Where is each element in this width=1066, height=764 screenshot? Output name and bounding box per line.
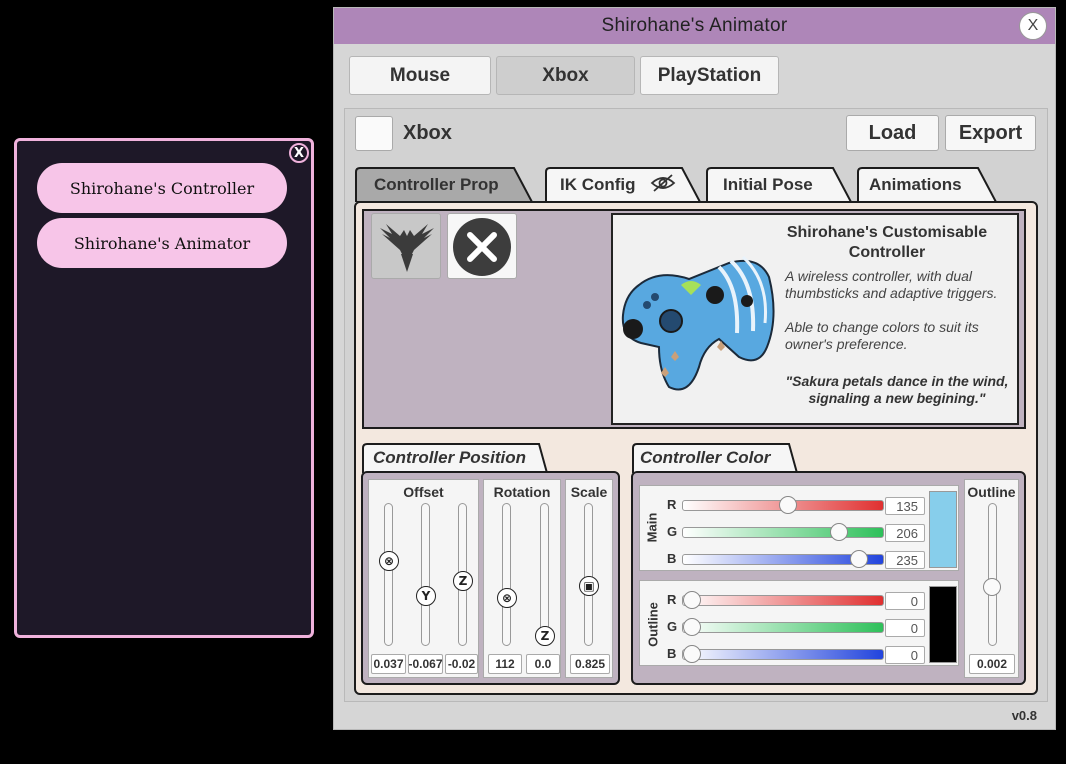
- rotation-z-slider[interactable]: [540, 503, 549, 646]
- tab-label: Initial Pose: [723, 175, 813, 194]
- close-circle-icon: [453, 218, 511, 276]
- main-label: Main: [644, 512, 660, 543]
- version-label: v0.8: [1011, 708, 1037, 723]
- outline-g-value[interactable]: 0: [885, 619, 925, 637]
- launcher-close-button[interactable]: X: [289, 143, 309, 163]
- outline-g-knob[interactable]: [683, 618, 701, 636]
- tab-ik-config[interactable]: IK Config: [544, 166, 702, 202]
- offset-x-value[interactable]: 0.037: [371, 654, 406, 674]
- scale-group: Scale ▣ 0.825: [565, 479, 613, 678]
- scale-value[interactable]: 0.825: [570, 654, 610, 674]
- offset-x-slider[interactable]: [384, 503, 393, 646]
- load-button[interactable]: Load: [846, 115, 939, 151]
- rotation-z-knob[interactable]: Z: [535, 626, 555, 646]
- r-label: R: [667, 592, 677, 607]
- scale-slider[interactable]: [584, 503, 593, 646]
- offset-title: Offset: [403, 484, 444, 500]
- prop-info-card: Shirohane's Customisable Controller A wi…: [611, 213, 1019, 425]
- offset-z-knob[interactable]: Z: [453, 571, 473, 591]
- remove-prop-button[interactable]: [447, 213, 517, 279]
- offset-y-slider[interactable]: [421, 503, 430, 646]
- rotation-x-knob[interactable]: ⊗: [497, 588, 517, 608]
- b-label: B: [667, 551, 677, 566]
- g-label: G: [667, 524, 678, 539]
- tab-mouse[interactable]: Mouse: [349, 56, 491, 95]
- controller-name: Xbox: [403, 122, 452, 144]
- scale-title: Scale: [570, 484, 608, 500]
- rotation-x-slider[interactable]: [502, 503, 511, 646]
- offset-group: Offset ⊗ Y Z 0.037 -0.067 -0.02: [368, 479, 479, 678]
- b-label: B: [667, 646, 677, 661]
- offset-y-value[interactable]: -0.067: [408, 654, 443, 674]
- main-r-value[interactable]: 135: [885, 497, 925, 515]
- outline-label: Outline: [645, 602, 661, 647]
- main-color-group: Main R G B 135 206 235: [639, 485, 959, 571]
- wings-prop-button[interactable]: [371, 213, 441, 279]
- rotation-z-value[interactable]: 0.0: [526, 654, 560, 674]
- window-titlebar[interactable]: Shirohane's Animator: [334, 8, 1055, 44]
- color-panel: Main R G B 135 206 235 Outline R G B 0 0…: [631, 471, 1026, 685]
- outline-g-slider[interactable]: [682, 622, 884, 633]
- outline-color-group: Outline R G B 0 0 0: [639, 580, 959, 666]
- enable-checkbox[interactable]: [355, 116, 393, 151]
- outline-b-value[interactable]: 0: [885, 646, 925, 664]
- prop-selector: Shirohane's Customisable Controller A wi…: [362, 209, 1026, 429]
- outline-width-group: Outline 0.002: [964, 479, 1019, 678]
- gamepad-image: [621, 255, 775, 391]
- prop-title: Shirohane's Customisable Controller: [786, 224, 988, 261]
- tab-controller-prop[interactable]: Controller Prop: [354, 166, 534, 202]
- outline-width-knob[interactable]: [983, 578, 1001, 596]
- main-b-knob[interactable]: [850, 550, 868, 568]
- position-panel: Offset ⊗ Y Z 0.037 -0.067 -0.02 Rotation…: [361, 471, 620, 685]
- xbox-panel: Xbox Load Export Controller Prop IK Conf…: [344, 108, 1048, 702]
- tab-playstation[interactable]: PlayStation: [640, 56, 779, 95]
- outline-width-slider[interactable]: [988, 503, 997, 646]
- offset-x-knob[interactable]: ⊗: [379, 551, 399, 571]
- tab-label: Controller Prop: [374, 175, 499, 194]
- tab-animations[interactable]: Animations: [856, 166, 998, 202]
- prop-description-2: Able to change colors to suit its owner'…: [785, 319, 979, 352]
- main-b-value[interactable]: 235: [885, 551, 925, 569]
- prop-quote: "Sakura petals dance in the wind, signal…: [785, 373, 1009, 406]
- tab-content: Shirohane's Customisable Controller A wi…: [354, 201, 1038, 695]
- main-color-swatch: [929, 491, 957, 568]
- tab-label: Animations: [869, 175, 962, 194]
- r-label: R: [667, 497, 677, 512]
- tab-xbox[interactable]: Xbox: [496, 56, 635, 95]
- outline-b-knob[interactable]: [683, 645, 701, 663]
- tab-label: IK Config: [560, 175, 636, 194]
- outline-width-value[interactable]: 0.002: [969, 654, 1015, 674]
- outline-r-slider[interactable]: [682, 595, 884, 606]
- export-button[interactable]: Export: [945, 115, 1036, 151]
- tab-initial-pose[interactable]: Initial Pose: [705, 166, 853, 202]
- scale-knob[interactable]: ▣: [579, 576, 599, 596]
- rotation-title: Rotation: [493, 484, 551, 500]
- prop-description: A wireless controller, with dual thumbst…: [785, 268, 998, 301]
- outline-width-title: Outline: [967, 484, 1016, 500]
- g-label: G: [667, 619, 678, 634]
- tab-controller-color: Controller Color: [631, 442, 799, 473]
- main-g-knob[interactable]: [830, 523, 848, 541]
- wings-icon: [380, 224, 434, 272]
- offset-y-knob[interactable]: Y: [416, 586, 436, 606]
- eye-off-icon[interactable]: [650, 174, 676, 192]
- outline-color-swatch: [929, 586, 957, 663]
- launcher-panel: X Shirohane's Controller Shirohane's Ani…: [14, 138, 314, 638]
- animator-window: Shirohane's Animator X Mouse Xbox PlaySt…: [333, 7, 1056, 730]
- outline-r-value[interactable]: 0: [885, 592, 925, 610]
- window-title: Shirohane's Animator: [601, 15, 788, 36]
- launch-animator-button[interactable]: Shirohane's Animator: [37, 218, 287, 268]
- rotation-group: Rotation ⊗ Z 112 0.0: [483, 479, 561, 678]
- rotation-x-value[interactable]: 112: [488, 654, 522, 674]
- main-r-knob[interactable]: [779, 496, 797, 514]
- tab-controller-position: Controller Position: [361, 442, 549, 473]
- offset-z-value[interactable]: -0.02: [445, 654, 478, 674]
- launch-controller-button[interactable]: Shirohane's Controller: [37, 163, 287, 213]
- outline-b-slider[interactable]: [682, 649, 884, 660]
- outline-r-knob[interactable]: [683, 591, 701, 609]
- window-close-button[interactable]: X: [1019, 12, 1047, 40]
- main-g-value[interactable]: 206: [885, 524, 925, 542]
- main-g-slider[interactable]: [682, 527, 884, 538]
